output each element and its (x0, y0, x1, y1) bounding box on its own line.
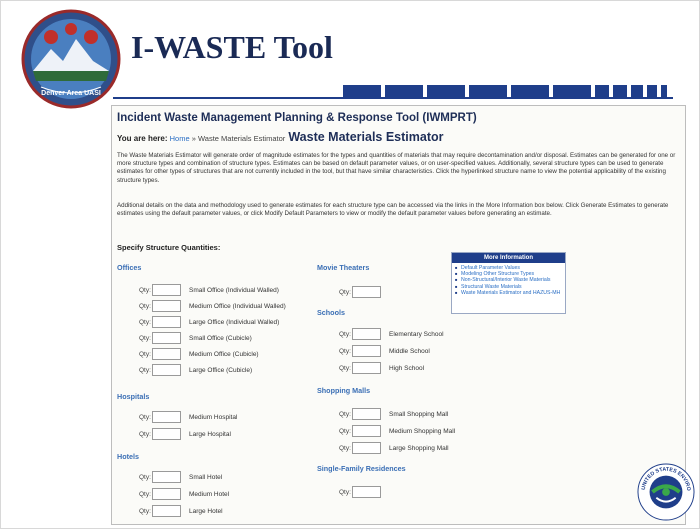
header-segment (647, 85, 657, 97)
qty-label: Qty: (139, 319, 151, 326)
denver-uasi-seal-icon: Denver Area UASI (21, 9, 121, 109)
structure-label: Large Office (Cubicle) (189, 367, 253, 374)
qty-label: Qty: (339, 289, 351, 296)
qty-label: Qty: (139, 508, 151, 515)
quantity-input[interactable] (352, 408, 381, 420)
epa-seal-icon: UNITED STATES ENVIRONMENTAL PROTECTION (637, 463, 695, 521)
structure-label: Middle School (389, 348, 430, 355)
more-info-heading: More Information (452, 253, 565, 263)
quantity-input[interactable] (352, 286, 381, 298)
qty-label: Qty: (139, 367, 151, 374)
header-segment (553, 85, 591, 97)
header-segment (613, 85, 627, 97)
quantity-input[interactable] (152, 348, 181, 360)
slide: Denver Area UASI I-WASTE Tool Incident W… (0, 0, 700, 529)
header-segment (427, 85, 465, 97)
quantity-input[interactable] (352, 425, 381, 437)
qty-label: Qty: (139, 474, 151, 481)
qty-label: Qty: (339, 445, 351, 452)
quantity-input[interactable] (152, 411, 181, 423)
quantity-input[interactable] (352, 486, 381, 498)
breadcrumb-current: Waste Materials Estimator (198, 134, 286, 143)
qty-label: Qty: (139, 303, 151, 310)
structure-label: Elementary School (389, 331, 444, 338)
details-paragraph: Additional details on the data and metho… (117, 202, 669, 218)
qty-label: Qty: (139, 431, 151, 438)
quantity-input[interactable] (152, 471, 181, 483)
app-title: Incident Waste Management Planning & Res… (117, 112, 477, 124)
quantity-input[interactable] (152, 332, 181, 344)
breadcrumb-prefix: You are here: (117, 134, 168, 143)
structure-label: Large Office (Individual Walled) (189, 319, 280, 326)
intro-paragraph: The Waste Materials Estimator will gener… (117, 152, 676, 184)
structure-label: Small Shopping Mall (389, 411, 449, 418)
more-info-links: Default Parameter Values Modeling Other … (452, 263, 565, 296)
structure-label: Large Hospital (189, 431, 231, 438)
hotels-heading[interactable]: Hotels (117, 452, 139, 461)
structure-label: High School (389, 365, 425, 372)
shopping-malls-heading[interactable]: Shopping Malls (317, 386, 370, 395)
iwmprt-webpage: Incident Waste Management Planning & Res… (111, 105, 686, 525)
header-segment (343, 85, 381, 97)
quantity-input[interactable] (152, 428, 181, 440)
qty-label: Qty: (339, 365, 351, 372)
structure-label: Small Hotel (189, 474, 223, 481)
single-family-heading[interactable]: Single-Family Residences (317, 464, 406, 473)
quantity-input[interactable] (352, 328, 381, 340)
quantity-input[interactable] (152, 316, 181, 328)
quantity-input[interactable] (352, 442, 381, 454)
qty-label: Qty: (339, 411, 351, 418)
qty-label: Qty: (339, 348, 351, 355)
structure-label: Medium Office (Cubicle) (189, 351, 259, 358)
page-heading: Waste Materials Estimator (288, 130, 444, 144)
hospitals-heading[interactable]: Hospitals (117, 392, 149, 401)
quantity-input[interactable] (352, 345, 381, 357)
quantity-input[interactable] (152, 300, 181, 312)
quantity-input[interactable] (152, 364, 181, 376)
header-segment (385, 85, 423, 97)
quantity-input[interactable] (152, 488, 181, 500)
header-rule (113, 97, 673, 99)
structure-label: Medium Office (Individual Walled) (189, 303, 286, 310)
seal-caption: Denver Area UASI (41, 90, 101, 97)
quantity-input[interactable] (152, 505, 181, 517)
qty-label: Qty: (339, 331, 351, 338)
structure-label: Medium Hotel (189, 491, 230, 498)
header-segment (631, 85, 643, 97)
qty-label: Qty: (339, 489, 351, 496)
qty-label: Qty: (339, 428, 351, 435)
more-info-panel: More Information Default Parameter Value… (451, 252, 566, 314)
header-bar (113, 85, 673, 99)
header-segment (469, 85, 507, 97)
header-segment (511, 85, 549, 97)
qty-label: Qty: (139, 414, 151, 421)
offices-heading[interactable]: Offices (117, 263, 141, 272)
more-info-link[interactable]: Waste Materials Estimator and HAZUS-MH (455, 290, 562, 296)
structure-label: Large Hotel (189, 508, 223, 515)
movie-theaters-heading[interactable]: Movie Theaters (317, 263, 369, 272)
schools-heading[interactable]: Schools (317, 308, 345, 317)
header-segment (595, 85, 609, 97)
breadcrumb: You are here: Home » Waste Materials Est… (117, 130, 444, 144)
qty-label: Qty: (139, 287, 151, 294)
structure-label: Medium Hospital (189, 414, 238, 421)
quantity-input[interactable] (152, 284, 181, 296)
structure-label: Medium Shopping Mall (389, 428, 456, 435)
header-segment (661, 85, 667, 97)
breadcrumb-home-link[interactable]: Home (170, 134, 190, 143)
structure-label: Small Office (Cubicle) (189, 335, 252, 342)
structure-label: Large Shopping Mall (389, 445, 449, 452)
quantity-input[interactable] (352, 362, 381, 374)
slide-title: I-WASTE Tool (131, 29, 333, 65)
breadcrumb-separator: » (189, 134, 198, 143)
qty-label: Qty: (139, 351, 151, 358)
qty-label: Qty: (139, 335, 151, 342)
structure-label: Small Office (Individual Walled) (189, 287, 279, 294)
specify-quantities-label: Specify Structure Quantities: (117, 243, 221, 252)
qty-label: Qty: (139, 491, 151, 498)
